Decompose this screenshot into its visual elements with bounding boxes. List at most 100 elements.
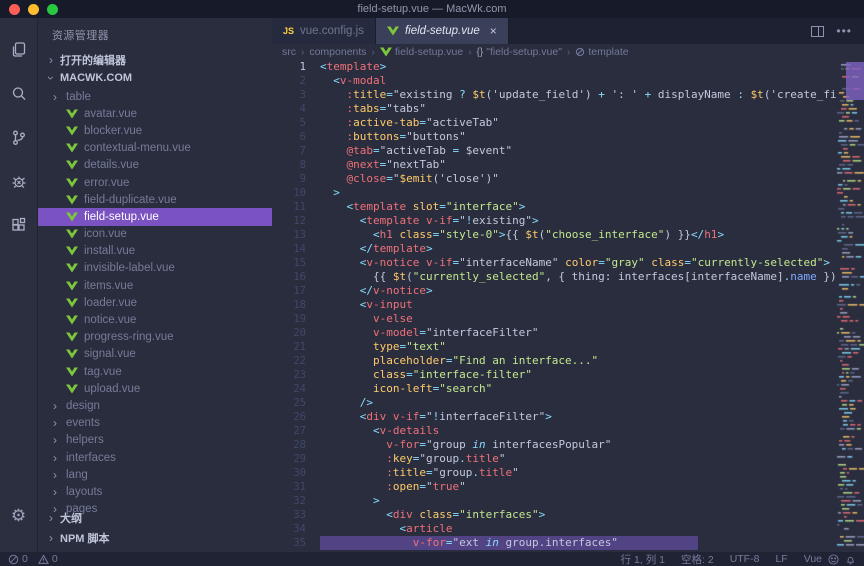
code-line: 11 <template slot="interface"> bbox=[272, 200, 836, 214]
tree-item-label: lang bbox=[66, 469, 88, 481]
file-tree: ›tableavatar.vueblocker.vuecontextual-me… bbox=[38, 88, 272, 518]
vue-file-icon bbox=[66, 298, 78, 308]
code-line: 31 :open="true" bbox=[272, 480, 836, 494]
error-icon bbox=[8, 554, 19, 565]
notifications-bell-icon[interactable] bbox=[845, 554, 856, 565]
feedback-smiley-icon[interactable] bbox=[828, 554, 839, 565]
code-line: 18 <v-input bbox=[272, 298, 836, 312]
breadcrumb-label: field-setup.vue bbox=[395, 46, 463, 58]
tree-item-table[interactable]: ›table bbox=[38, 88, 272, 105]
tree-item-label: tag.vue bbox=[84, 366, 122, 378]
breadcrumb-item-5[interactable]: template bbox=[575, 46, 628, 58]
code-line-content: <h1 class="style-0">{{ $t("choose_interf… bbox=[320, 228, 836, 242]
code-line-content: <v-notice v-if="interfaceName" color="gr… bbox=[320, 256, 836, 270]
breadcrumb-label: components bbox=[309, 46, 366, 58]
breadcrumb-separator-icon: › bbox=[372, 47, 375, 58]
tree-item-icon-vue[interactable]: icon.vue bbox=[38, 226, 272, 243]
chevron-right-icon: › bbox=[46, 53, 56, 67]
status-item-2[interactable]: 空格: 2 bbox=[681, 552, 714, 566]
status-item-5[interactable]: Vue bbox=[804, 553, 822, 565]
code-line: 33 <div class="interfaces"> bbox=[272, 508, 836, 522]
settings-gear-icon[interactable]: ⚙ bbox=[11, 506, 26, 526]
extensions-icon[interactable] bbox=[0, 204, 38, 248]
code-line-content: @tab="activeTab = $event" bbox=[320, 144, 836, 158]
vue-file-icon bbox=[66, 195, 78, 205]
minimap-slider[interactable] bbox=[846, 62, 864, 100]
tree-item-install-vue[interactable]: install.vue bbox=[38, 243, 272, 260]
breadcrumb-item-4[interactable]: {}"field-setup.vue" bbox=[477, 46, 562, 58]
tree-item-field-setup-vue[interactable]: field-setup.vue bbox=[38, 208, 272, 225]
tree-item-invisible-label-vue[interactable]: invisible-label.vue bbox=[38, 260, 272, 277]
open-editors-label: 打开的编辑器 bbox=[60, 52, 126, 68]
tree-item-signal-vue[interactable]: signal.vue bbox=[38, 346, 272, 363]
tree-item-tag-vue[interactable]: tag.vue bbox=[38, 363, 272, 380]
tree-item-label: progress-ring.vue bbox=[84, 331, 173, 343]
source-control-icon[interactable] bbox=[0, 116, 38, 160]
line-number: 10 bbox=[272, 186, 320, 200]
breadcrumb-item-2[interactable]: components bbox=[309, 46, 366, 58]
tree-item-blocker-vue[interactable]: blocker.vue bbox=[38, 122, 272, 139]
code-line: 32 > bbox=[272, 494, 836, 508]
npm-scripts-section[interactable]: › NPM 脚本 bbox=[38, 529, 272, 547]
problems-indicator[interactable]: 00 bbox=[8, 553, 58, 565]
open-editors-section[interactable]: › 打开的编辑器 bbox=[38, 51, 272, 69]
code-line-content: :buttons="buttons" bbox=[320, 130, 836, 144]
tree-item-helpers[interactable]: ›helpers bbox=[38, 432, 272, 449]
code-line-content: :title="group.title" bbox=[320, 466, 836, 480]
breadcrumb-item-3[interactable]: field-setup.vue bbox=[380, 46, 463, 58]
tree-item-avatar-vue[interactable]: avatar.vue bbox=[38, 105, 272, 122]
tree-item-error-vue[interactable]: error.vue bbox=[38, 174, 272, 191]
chevron-right-icon: › bbox=[50, 90, 60, 104]
code-line: 4 :tabs="tabs" bbox=[272, 102, 836, 116]
tree-item-contextual-menu-vue[interactable]: contextual-menu.vue bbox=[38, 140, 272, 157]
breadcrumb-item-1[interactable]: src bbox=[282, 46, 296, 58]
tree-item-lang[interactable]: ›lang bbox=[38, 466, 272, 483]
code-line-content: :key="group.title" bbox=[320, 452, 836, 466]
tree-item-label: invisible-label.vue bbox=[84, 262, 175, 274]
tree-item-items-vue[interactable]: items.vue bbox=[38, 277, 272, 294]
breadcrumb: src›components›field-setup.vue›{}"field-… bbox=[272, 44, 864, 60]
code-line-content: type="text" bbox=[320, 340, 836, 354]
split-editor-icon[interactable] bbox=[811, 26, 824, 37]
explorer-icon[interactable] bbox=[0, 28, 38, 72]
line-number: 3 bbox=[272, 88, 320, 102]
more-actions-icon[interactable]: ••• bbox=[836, 24, 852, 38]
error-indicator[interactable]: 0 bbox=[8, 553, 28, 565]
search-icon[interactable] bbox=[0, 72, 38, 116]
tab-field-setup-vue[interactable]: field-setup.vue× bbox=[376, 18, 509, 44]
vue-file-icon bbox=[66, 143, 78, 153]
tree-item-events[interactable]: ›events bbox=[38, 415, 272, 432]
status-item-3[interactable]: UTF-8 bbox=[730, 553, 760, 565]
tree-item-upload-vue[interactable]: upload.vue bbox=[38, 380, 272, 397]
tree-item-notice-vue[interactable]: notice.vue bbox=[38, 311, 272, 328]
tree-item-layouts[interactable]: ›layouts bbox=[38, 483, 272, 500]
line-number: 27 bbox=[272, 424, 320, 438]
tree-item-interfaces[interactable]: ›interfaces bbox=[38, 449, 272, 466]
line-number: 1 bbox=[272, 60, 320, 74]
status-item-4[interactable]: LF bbox=[775, 553, 787, 565]
line-number: 11 bbox=[272, 200, 320, 214]
tree-item-details-vue[interactable]: details.vue bbox=[38, 157, 272, 174]
tree-item-progress-ring-vue[interactable]: progress-ring.vue bbox=[38, 329, 272, 346]
code-editor[interactable]: 1<template>2 <v-modal3 :title="existing … bbox=[272, 60, 864, 552]
code-line-content: <v-modal bbox=[320, 74, 836, 88]
line-number: 9 bbox=[272, 172, 320, 186]
code-line: 1<template> bbox=[272, 60, 836, 74]
code-line: 25 /> bbox=[272, 396, 836, 410]
outline-section[interactable]: › 大纲 bbox=[38, 509, 272, 527]
code-line: 30 :title="group.title" bbox=[272, 466, 836, 480]
close-icon[interactable]: × bbox=[490, 24, 497, 38]
chevron-right-icon: › bbox=[50, 416, 60, 430]
minimap[interactable] bbox=[836, 60, 864, 552]
vue-file-icon bbox=[66, 315, 78, 325]
status-item-1[interactable]: 行 1, 列 1 bbox=[621, 552, 665, 566]
tab-vue-config-js[interactable]: JSvue.config.js bbox=[272, 18, 376, 44]
tree-item-field-duplicate-vue[interactable]: field-duplicate.vue bbox=[38, 191, 272, 208]
tree-item-design[interactable]: ›design bbox=[38, 397, 272, 414]
project-root-section[interactable]: › MACWK.COM bbox=[38, 69, 272, 87]
warning-indicator[interactable]: 0 bbox=[38, 553, 58, 565]
code-line: 23 class="interface-filter" bbox=[272, 368, 836, 382]
debug-icon[interactable] bbox=[0, 160, 38, 204]
tree-item-loader-vue[interactable]: loader.vue bbox=[38, 294, 272, 311]
line-number: 14 bbox=[272, 242, 320, 256]
